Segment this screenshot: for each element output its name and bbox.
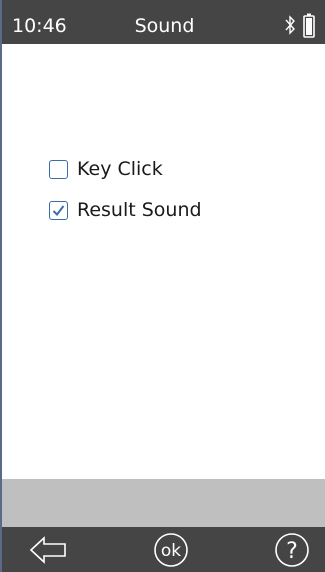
result-sound-label: Result Sound xyxy=(77,199,202,221)
options-area: Key Click Result Sound xyxy=(2,44,325,479)
gray-band xyxy=(2,479,325,527)
bluetooth-icon xyxy=(285,15,295,35)
page-title: Sound xyxy=(134,15,195,37)
ok-button[interactable]: ok xyxy=(149,531,193,569)
checkmark-icon xyxy=(52,205,65,217)
help-button[interactable]: ? xyxy=(270,531,314,569)
sound-settings-screen: 10:46 Sound Key Click Result Sound ok ? xyxy=(0,0,325,572)
key-click-label: Key Click xyxy=(77,158,163,180)
help-label: ? xyxy=(286,539,298,564)
battery-icon xyxy=(303,13,315,38)
key-click-checkbox[interactable] xyxy=(49,160,68,179)
back-button[interactable] xyxy=(27,531,71,569)
ok-label: ok xyxy=(161,541,181,561)
bottom-nav-bar: ok ? xyxy=(2,527,325,572)
result-sound-checkbox[interactable] xyxy=(49,201,68,220)
back-arrow-icon xyxy=(29,536,66,564)
status-bar: 10:46 Sound xyxy=(2,0,325,44)
